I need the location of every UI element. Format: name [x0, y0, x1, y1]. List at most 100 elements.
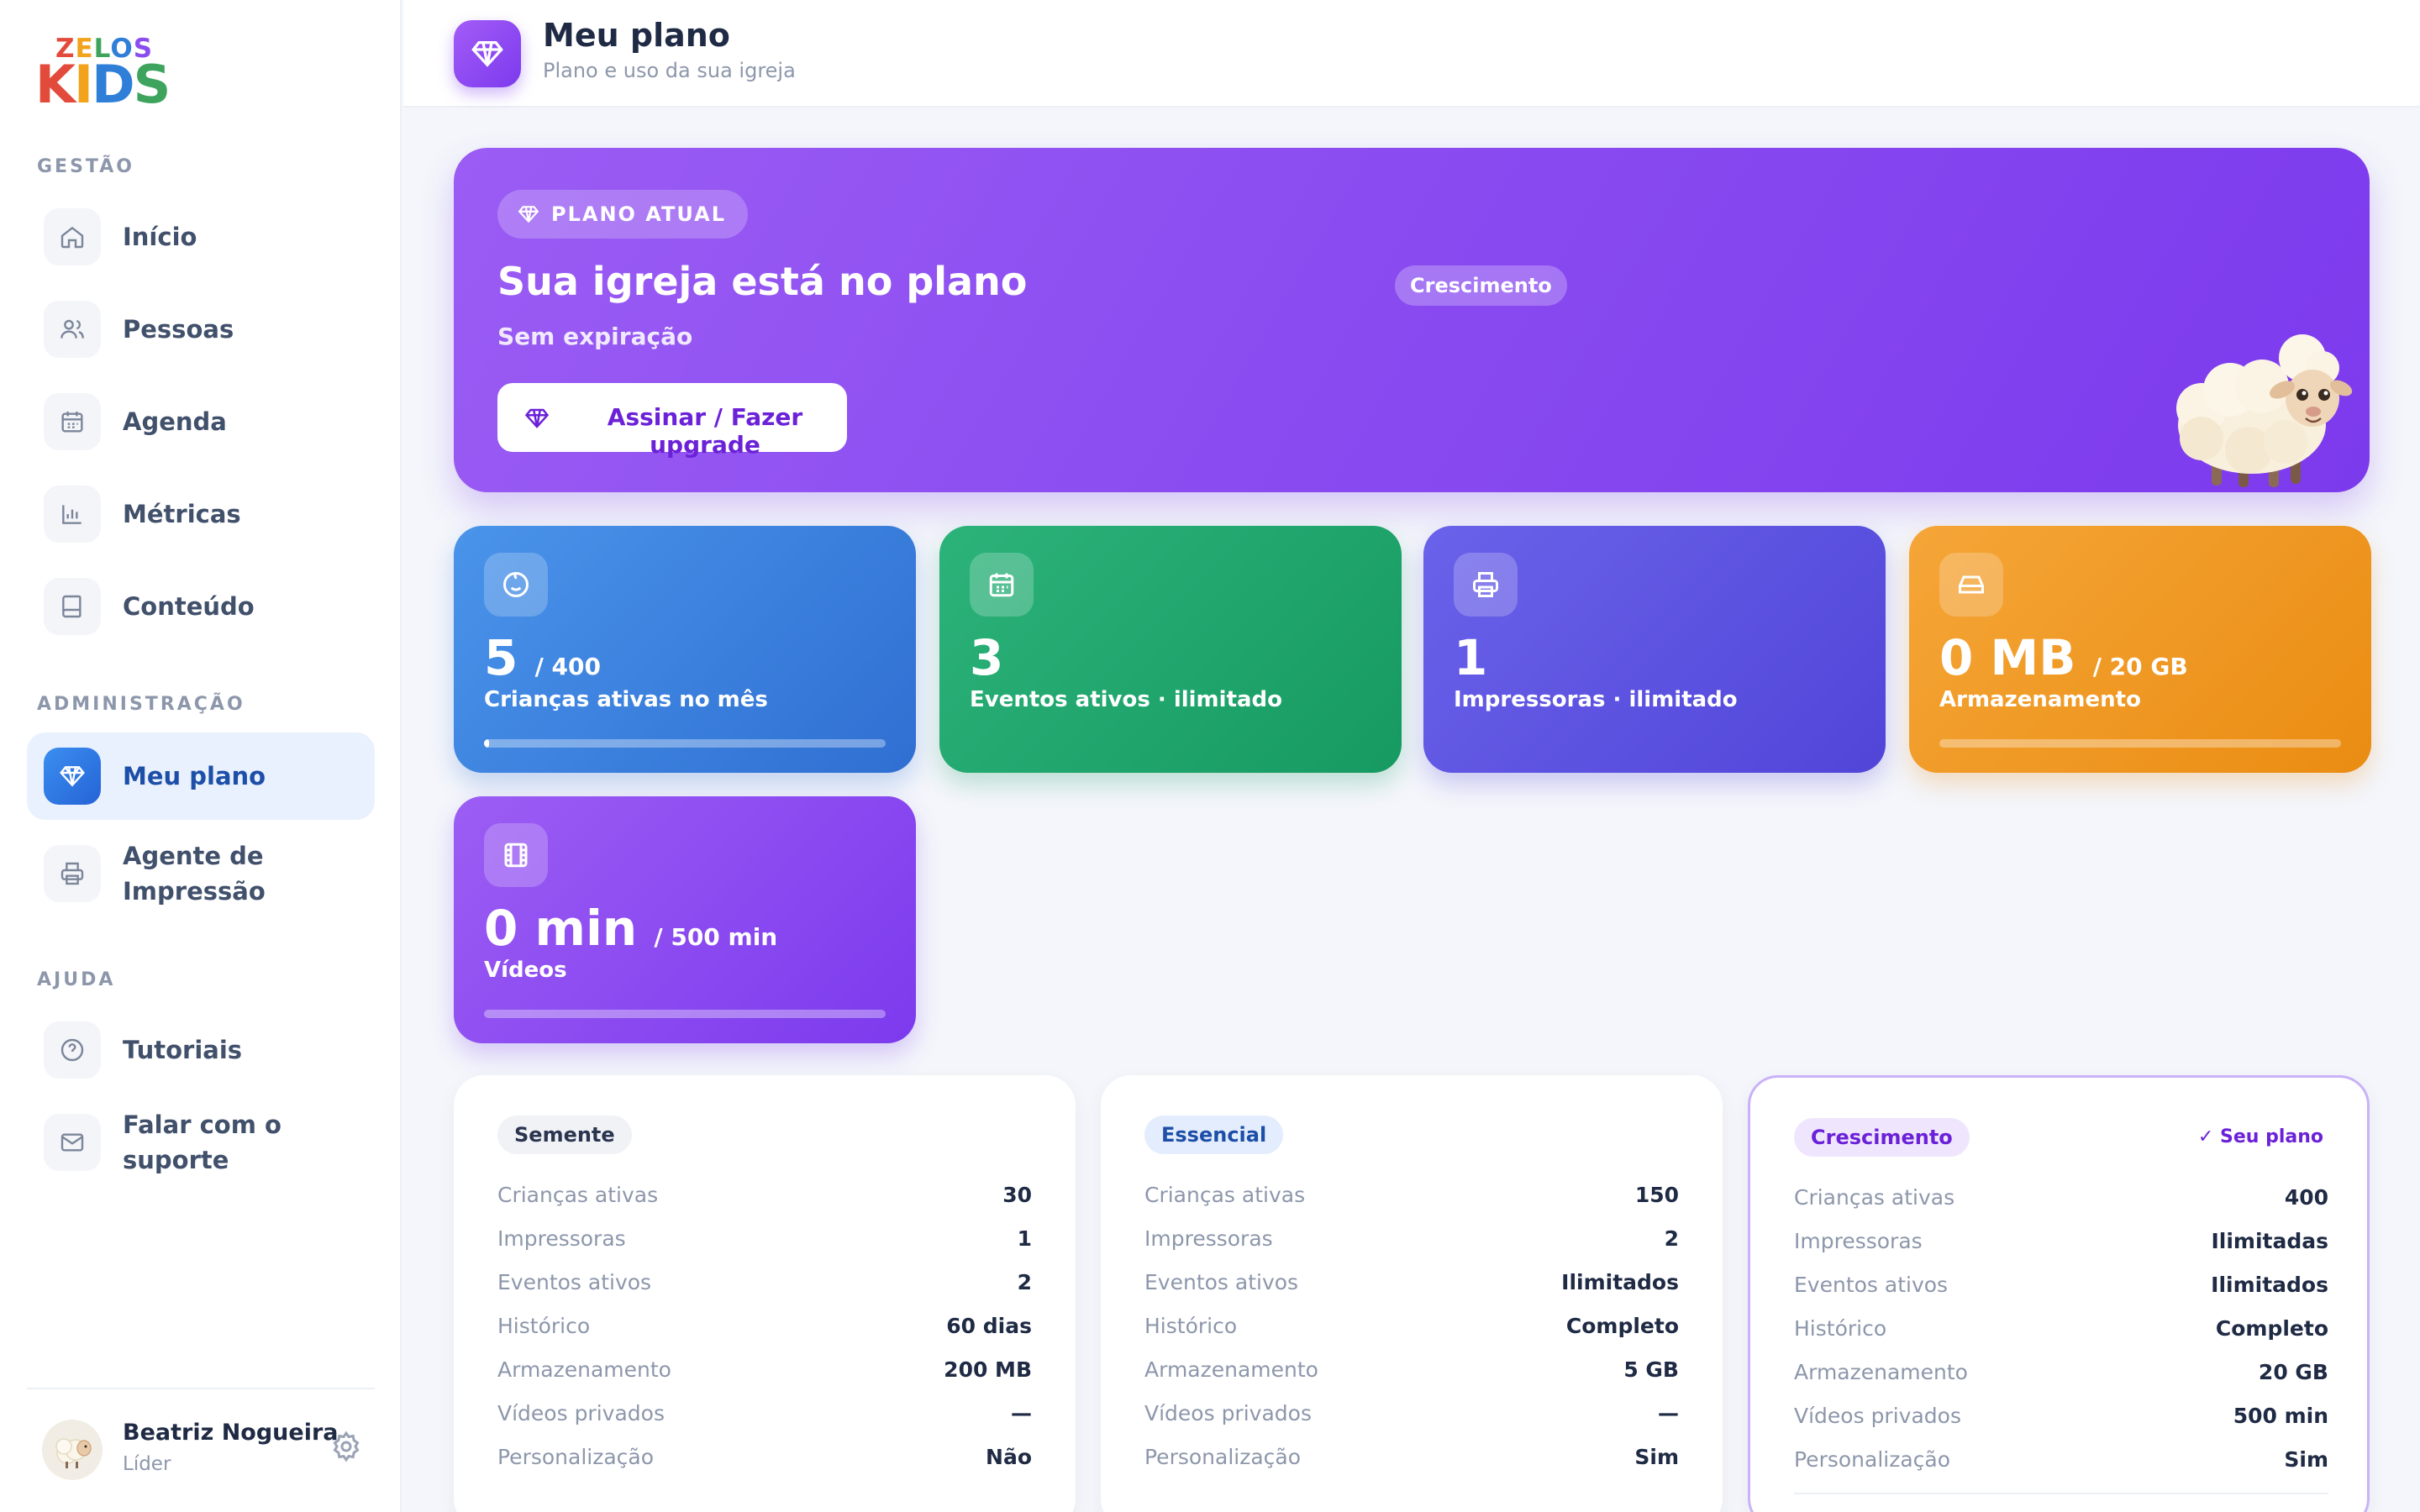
- plan-feature-row: Impressoras 2: [1144, 1226, 1679, 1260]
- plan-feature-row: Eventos ativos 2: [497, 1270, 1032, 1304]
- plan-feature-value: Ilimitados: [1561, 1270, 1679, 1294]
- plan-feature-row: Personalização Sim: [1794, 1447, 2328, 1481]
- plan-feature-value: 200 MB: [944, 1357, 1032, 1382]
- plan-feature-value: 2: [1017, 1270, 1032, 1294]
- current-plan-badge: PLANO ATUAL: [497, 190, 748, 239]
- stat-progress-bar: [1939, 739, 2341, 748]
- plan-feature-value: 60 dias: [946, 1314, 1032, 1338]
- plan-feature-label: Eventos ativos: [497, 1270, 652, 1294]
- plan-feature-value: Ilimitados: [2211, 1273, 2328, 1297]
- upgrade-button-label: Assinar / Fazer upgrade: [607, 403, 803, 459]
- plan-feature-label: Impressoras: [497, 1226, 626, 1251]
- plan-feature-row: Armazenamento 5 GB: [1144, 1357, 1679, 1391]
- plan-name: Essencial: [1144, 1116, 1284, 1154]
- plan-feature-label: Personalização: [1144, 1445, 1302, 1469]
- plan-feature-value: 20 GB: [2258, 1360, 2328, 1384]
- calendar-icon: [970, 553, 1034, 617]
- user-profile: Beatriz Nogueira Líder: [27, 1388, 375, 1497]
- plan-feature-value: Sim: [2284, 1447, 2328, 1472]
- stat-value: 1: [1454, 629, 1488, 686]
- mail-icon: [44, 1114, 101, 1171]
- plan-feature-label: Impressoras: [1144, 1226, 1273, 1251]
- sidebar-item-label: Tutoriais: [123, 1036, 243, 1064]
- sidebar-item-label: Métricas: [123, 500, 241, 528]
- plan-feature-label: Crianças ativas: [1144, 1183, 1306, 1207]
- current-plan-indicator: ✓ Seu plano: [2197, 1126, 2323, 1147]
- plan-feature-label: Armazenamento: [497, 1357, 671, 1382]
- diamond-icon: [518, 206, 539, 223]
- plan-card-semente[interactable]: Semente Crianças ativas 30 Impressoras 1 Eve…: [454, 1075, 1076, 1512]
- plan-feature-label: Impressoras: [1794, 1229, 1923, 1253]
- plan-feature-value: Ilimitadas: [2211, 1229, 2328, 1253]
- plan-feature-value: 400: [2284, 1185, 2328, 1210]
- stat-label: Armazenamento: [1939, 687, 2141, 712]
- sidebar-item-meu-plano[interactable]: Meu plano: [27, 732, 375, 820]
- plan-feature-row: Impressoras Ilimitadas: [1794, 1229, 2328, 1263]
- plan-feature-row: Personalização Sim: [1144, 1445, 1679, 1478]
- sidebar-item-label: Pessoas: [123, 315, 234, 344]
- stat-value: 0 min / 500 min: [484, 900, 778, 957]
- plan-feature-row: Vídeos privados —: [1144, 1401, 1679, 1435]
- stat-label: Vídeos: [484, 958, 567, 983]
- plan-feature-row: Histórico Completo: [1794, 1316, 2328, 1350]
- users-icon: [44, 301, 101, 358]
- printer-icon: [1454, 553, 1518, 617]
- sidebar-item-agente-de-impressao[interactable]: Agente de Impressão: [27, 830, 375, 917]
- sidebar-item-conteudo[interactable]: Conteúdo: [27, 563, 375, 650]
- sidebar-item-metricas[interactable]: Métricas: [27, 470, 375, 558]
- logo-bottom-text: KIDS: [35, 54, 171, 115]
- page-header: Meu plano Plano e uso da sua igreja: [403, 0, 2420, 108]
- sidebar-item-tutoriais[interactable]: Tutoriais: [27, 1006, 375, 1094]
- plan-feature-label: Vídeos privados: [1144, 1401, 1312, 1425]
- sidebar-item-label: Falar com o suporte: [123, 1110, 281, 1174]
- plan-card-crescimento[interactable]: Crescimento ✓ Seu plano Crianças ativas 4…: [1748, 1075, 2370, 1512]
- plan-feature-value: 500 min: [2233, 1404, 2328, 1428]
- user-name: Beatriz Nogueira: [123, 1420, 339, 1446]
- sheep-avatar-icon: [55, 1438, 92, 1468]
- plan-feature-value: —: [1658, 1401, 1679, 1425]
- sidebar-item-suporte[interactable]: Falar com o suporte: [27, 1099, 375, 1186]
- plan-feature-row: Armazenamento 20 GB: [1794, 1360, 2328, 1394]
- plan-feature-row: Armazenamento 200 MB: [497, 1357, 1032, 1391]
- stat-card-children: 5 / 400 Crianças ativas no mês: [454, 526, 916, 773]
- plan-feature-label: Histórico: [1144, 1314, 1238, 1338]
- home-icon: [44, 208, 101, 265]
- hero-plan-name: Crescimento: [1395, 265, 1567, 306]
- plan-feature-label: Crianças ativas: [497, 1183, 659, 1207]
- page-subtitle: Plano e uso da sua igreja: [543, 59, 796, 82]
- plan-feature-value: —: [1011, 1401, 1032, 1425]
- plan-name: Semente: [497, 1116, 632, 1154]
- book-icon: [44, 578, 101, 635]
- plan-feature-label: Crianças ativas: [1794, 1185, 1955, 1210]
- upgrade-button[interactable]: Assinar / Fazer upgrade: [497, 383, 847, 459]
- sidebar-item-agenda[interactable]: Agenda: [27, 378, 375, 465]
- plan-feature-row: Vídeos privados —: [497, 1401, 1032, 1435]
- sidebar-item-pessoas[interactable]: Pessoas: [27, 286, 375, 373]
- smile-icon: [484, 553, 548, 617]
- bar-chart-icon: [44, 486, 101, 543]
- sidebar-item-label: Agente de Impressão: [123, 842, 266, 906]
- stat-progress-bar: [484, 739, 886, 748]
- calendar-icon: [44, 393, 101, 450]
- plan-feature-label: Eventos ativos: [1144, 1270, 1299, 1294]
- stat-value: 3: [970, 629, 1004, 686]
- gear-icon[interactable]: [329, 1430, 363, 1463]
- plan-expiry: Sem expiração: [497, 323, 693, 350]
- stat-label: Impressoras · ilimitado: [1454, 687, 1738, 712]
- plan-feature-row: Crianças ativas 30: [497, 1183, 1032, 1216]
- avatar[interactable]: [42, 1420, 103, 1480]
- plan-name: Crescimento: [1794, 1118, 1970, 1157]
- diamond-icon: [524, 408, 550, 428]
- plan-feature-value: Completo: [2215, 1316, 2328, 1341]
- plan-feature-row: Eventos ativos Ilimitados: [1794, 1273, 2328, 1306]
- plan-feature-row: Vídeos privados 500 min: [1794, 1404, 2328, 1437]
- plan-feature-value: Completo: [1565, 1314, 1679, 1338]
- sidebar-item-inicio[interactable]: Início: [27, 193, 375, 281]
- printer-icon: [44, 845, 101, 902]
- plan-card-essencial[interactable]: Essencial Crianças ativas 150 Impressoras 2…: [1101, 1075, 1723, 1512]
- divider: [1794, 1493, 2328, 1494]
- plan-feature-row: Impressoras 1: [497, 1226, 1032, 1260]
- hero-title: Sua igreja está no plano: [497, 259, 1028, 304]
- zelos-kids-logo[interactable]: ZELOS KIDS: [35, 34, 171, 118]
- plan-feature-row: Histórico 60 dias: [497, 1314, 1032, 1347]
